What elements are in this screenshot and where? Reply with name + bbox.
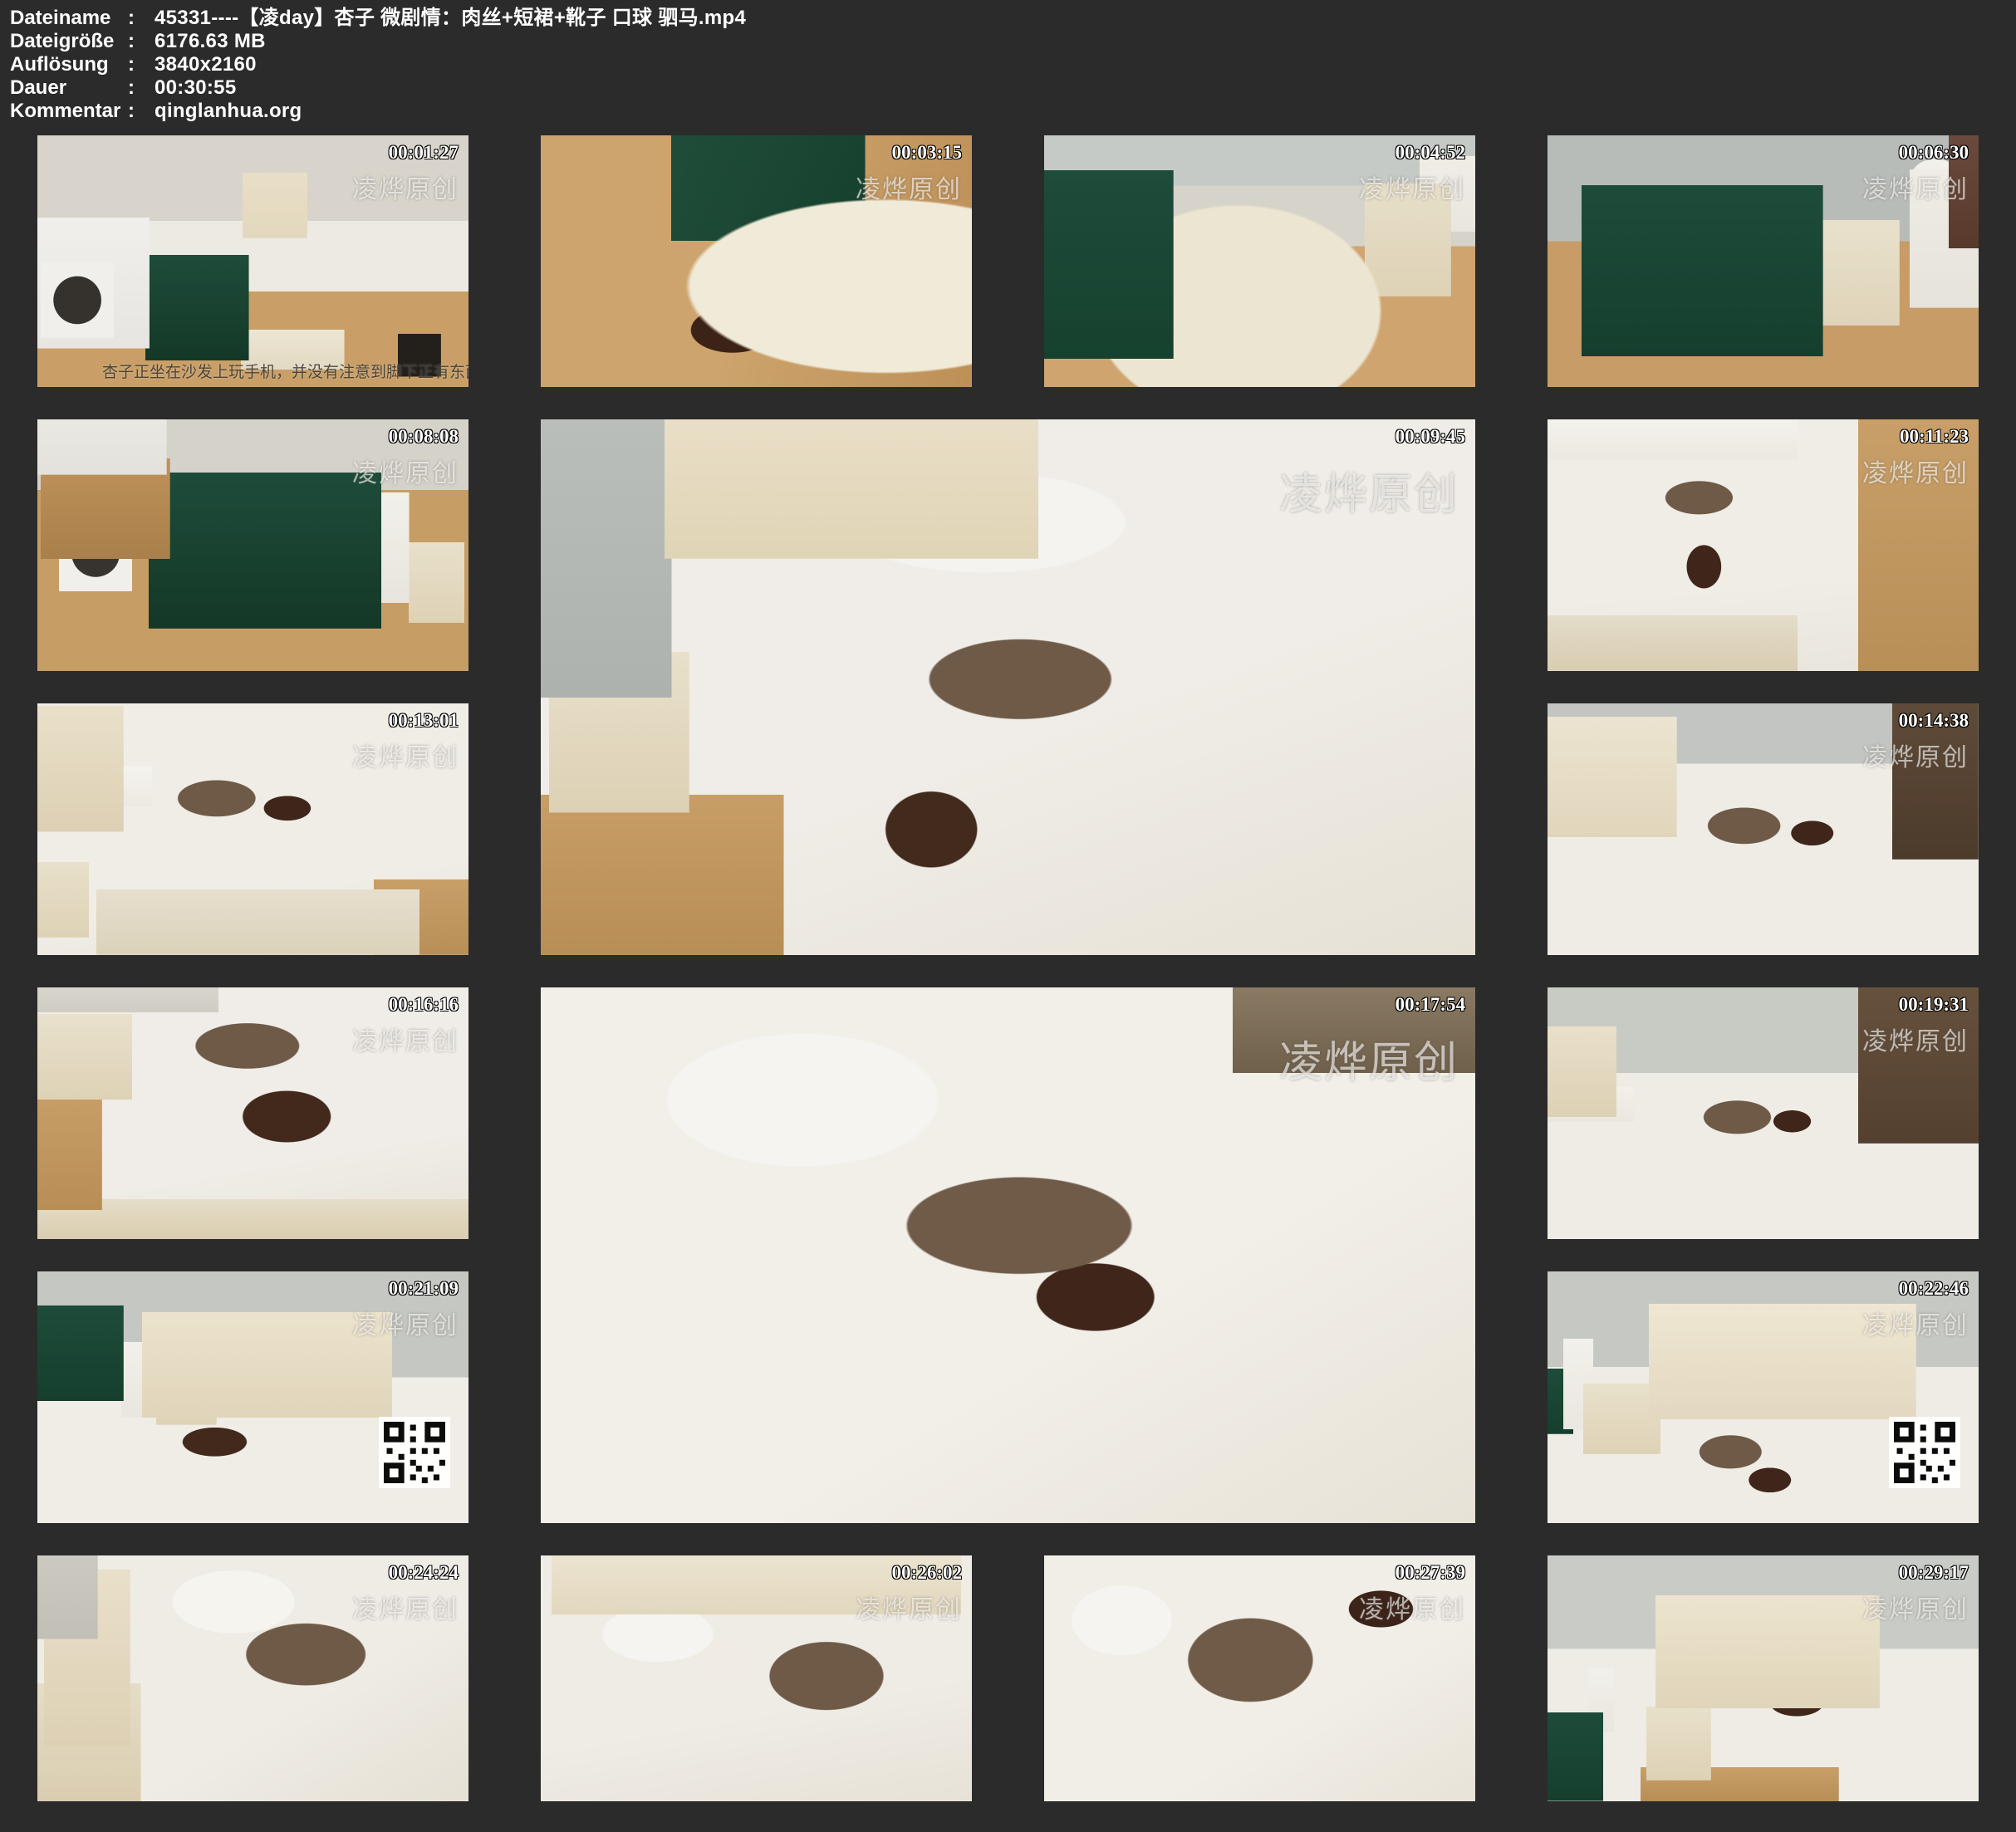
timestamp-overlay: 00:17:54	[1396, 994, 1465, 1016]
qr-code	[379, 1417, 450, 1488]
watermark-text: 凌烨原创	[352, 1021, 459, 1057]
watermark-text: 凌烨原创	[352, 1589, 459, 1625]
timestamp-overlay: 00:29:17	[1899, 1562, 1969, 1584]
timestamp-overlay: 00:11:23	[1900, 426, 1969, 448]
thumbnail-00-06-30[interactable]: 00:06:30 凌烨原创	[1548, 135, 1979, 387]
thumbnail-00-03-15[interactable]: 00:03:15 凌烨原创	[541, 135, 972, 387]
meta-row-resolution: Auflösung:3840x2160	[10, 53, 2016, 76]
thumbnail-grid: 00:01:27 凌烨原创 杏子正坐在沙发上玩手机，并没有注意到脚下正有东西在接…	[0, 120, 2016, 1819]
watermark-text: 凌烨原创	[1279, 1027, 1459, 1090]
thumbnail-00-24-24[interactable]: 00:24:24 凌烨原创	[37, 1555, 468, 1801]
thumbnail-00-22-46[interactable]: 00:22:46 凌烨原创	[1548, 1271, 1979, 1523]
meta-row-filesize: Dateigröße:6176.63 MB	[10, 30, 2016, 53]
subtitle-text: 杏子正坐在沙发上玩手机，并没有注意到脚下正有东西在接近	[102, 360, 462, 382]
thumbnail-00-04-52[interactable]: 00:04:52 凌烨原创	[1044, 135, 1475, 387]
meta-label: Auflösung	[10, 53, 128, 76]
comment-value: qinglanhua.org	[155, 100, 302, 122]
thumbnail-00-09-45[interactable]: 00:09:45 凌烨原创	[541, 419, 1475, 955]
meta-label: Dateigröße	[10, 30, 128, 53]
thumbnail-00-21-09[interactable]: 00:21:09 凌烨原创	[37, 1271, 468, 1523]
thumbnail-00-08-08[interactable]: 00:08:08 凌烨原创	[37, 419, 468, 671]
duration-value: 00:30:55	[155, 76, 236, 99]
watermark-text: 凌烨原创	[1862, 1589, 1969, 1625]
thumbnail-00-11-23[interactable]: 00:11:23 凌烨原创	[1548, 419, 1979, 671]
timestamp-overlay: 00:27:39	[1396, 1562, 1465, 1584]
timestamp-overlay: 00:03:15	[892, 142, 962, 164]
thumbnail-00-16-16[interactable]: 00:16:16 凌烨原创	[37, 987, 468, 1239]
filename-value: 45331----【凌day】杏子 微剧情：肉丝+短裙+靴子 口球 驷马.mp4	[155, 7, 746, 29]
timestamp-overlay: 00:06:30	[1899, 142, 1969, 164]
thumbnail-00-17-54[interactable]: 00:17:54 凌烨原创	[541, 987, 1475, 1523]
timestamp-overlay: 00:14:38	[1899, 710, 1969, 732]
file-metadata-header: Dateiname:45331----【凌day】杏子 微剧情：肉丝+短裙+靴子…	[0, 0, 2016, 120]
thumbnail-00-27-39[interactable]: 00:27:39 凌烨原创	[1044, 1555, 1475, 1801]
meta-row-filename: Dateiname:45331----【凌day】杏子 微剧情：肉丝+短裙+靴子…	[10, 7, 2016, 30]
watermark-text: 凌烨原创	[1862, 1305, 1969, 1341]
watermark-text: 凌烨原创	[1359, 1589, 1465, 1625]
filesize-value: 6176.63 MB	[155, 30, 266, 52]
thumbnail-00-14-38[interactable]: 00:14:38 凌烨原创	[1548, 703, 1979, 955]
watermark-text: 凌烨原创	[352, 169, 459, 205]
timestamp-overlay: 00:16:16	[389, 994, 459, 1016]
timestamp-overlay: 00:26:02	[892, 1562, 962, 1584]
watermark-text: 凌烨原创	[1359, 169, 1465, 205]
watermark-text: 凌烨原创	[1862, 737, 1969, 773]
timestamp-overlay: 00:19:31	[1899, 994, 1969, 1016]
watermark-text: 凌烨原创	[352, 453, 459, 489]
thumbnail-00-19-31[interactable]: 00:19:31 凌烨原创	[1548, 987, 1979, 1239]
meta-row-comment: Kommentar:qinglanhua.org	[10, 100, 2016, 123]
watermark-text: 凌烨原创	[352, 737, 459, 773]
timestamp-overlay: 00:22:46	[1899, 1278, 1969, 1300]
timestamp-overlay: 00:24:24	[389, 1562, 459, 1584]
watermark-text: 凌烨原创	[1279, 459, 1459, 522]
meta-label: Dauer	[10, 76, 128, 100]
watermark-text: 凌烨原创	[1862, 453, 1969, 489]
thumbnail-00-01-27[interactable]: 00:01:27 凌烨原创 杏子正坐在沙发上玩手机，并没有注意到脚下正有东西在接…	[37, 135, 468, 387]
watermark-text: 凌烨原创	[352, 1305, 459, 1341]
timestamp-overlay: 00:13:01	[389, 710, 459, 732]
meta-label: Dateiname	[10, 7, 128, 30]
watermark-text: 凌烨原创	[1862, 1021, 1969, 1057]
timestamp-overlay: 00:04:52	[1396, 142, 1465, 164]
watermark-text: 凌烨原创	[856, 169, 962, 205]
watermark-text: 凌烨原创	[1862, 169, 1969, 205]
timestamp-overlay: 00:01:27	[389, 142, 459, 164]
timestamp-overlay: 00:21:09	[389, 1278, 459, 1300]
watermark-text: 凌烨原创	[856, 1589, 962, 1625]
meta-row-duration: Dauer:00:30:55	[10, 76, 2016, 100]
meta-label: Kommentar	[10, 100, 128, 123]
thumbnail-00-29-17[interactable]: 00:29:17 凌烨原创	[1548, 1555, 1979, 1801]
thumbnail-00-26-02[interactable]: 00:26:02 凌烨原创	[541, 1555, 972, 1801]
resolution-value: 3840x2160	[155, 53, 257, 76]
timestamp-overlay: 00:09:45	[1396, 426, 1465, 448]
timestamp-overlay: 00:08:08	[389, 426, 459, 448]
contact-sheet-page: { "header": { "sep": ":", "r1": {"label"…	[0, 0, 2016, 1832]
qr-code	[1889, 1417, 1960, 1488]
thumbnail-00-13-01[interactable]: 00:13:01 凌烨原创	[37, 703, 468, 955]
